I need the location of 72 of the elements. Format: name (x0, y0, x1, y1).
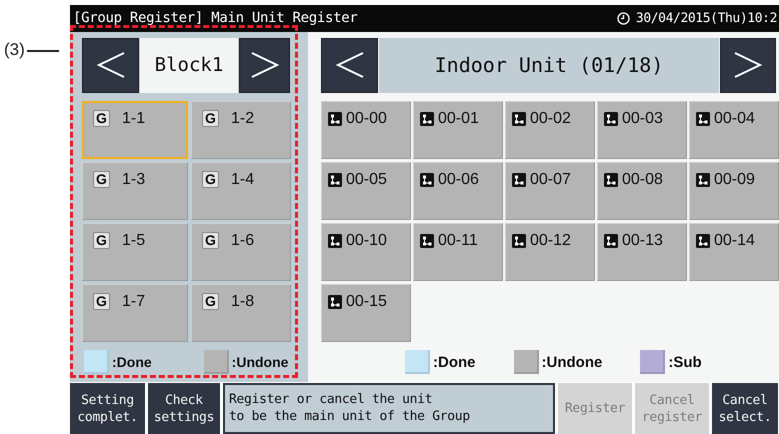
hierarchy-icon (328, 172, 342, 187)
unit-tile[interactable]: 00-15 (321, 284, 411, 342)
screen-title: [Group Register] Main Unit Register (73, 10, 359, 26)
soft-key-button[interactable]: Setting complet. (70, 383, 145, 434)
unit-tile[interactable]: 00-03 (597, 100, 687, 159)
hierarchy-icon (512, 112, 526, 126)
unit-tile[interactable]: 00-12 (505, 222, 595, 281)
previous-page-button[interactable] (321, 38, 378, 93)
unit-list-title: Indoor Unit (01/18) (379, 38, 719, 93)
group-tile[interactable]: G 1-7 (82, 284, 188, 342)
hierarchy-icon (696, 172, 710, 187)
group-icon: G (93, 170, 110, 188)
date-time: 30/04/2015(Thu)10:2 (636, 10, 777, 26)
group-tile[interactable]: G 1-6 (191, 222, 291, 281)
previous-block-button[interactable] (82, 38, 139, 93)
hierarchy-icon (604, 172, 618, 187)
hierarchy-icon (420, 234, 434, 248)
group-icon: G (93, 292, 110, 310)
legend-label: :Done (112, 354, 152, 370)
block-name: Block1 (140, 38, 238, 93)
next-block-button[interactable] (239, 38, 290, 93)
hierarchy-icon (420, 172, 434, 187)
hierarchy-icon (328, 294, 342, 309)
chevron-right-icon (733, 50, 763, 80)
group-icon: G (202, 110, 219, 127)
instruction-message: Register or cancel the unit to be the main unit of the Group (223, 383, 555, 434)
hierarchy-icon (604, 234, 618, 248)
unit-tile[interactable]: 00-08 (597, 162, 687, 220)
chevron-left-icon (96, 50, 126, 80)
legend-label: :Undone (232, 354, 288, 370)
hierarchy-icon (328, 112, 342, 126)
hierarchy-icon (696, 234, 710, 248)
unit-tile[interactable]: 00-04 (689, 100, 779, 159)
group-icon: G (202, 170, 219, 188)
unit-tile[interactable]: 00-07 (505, 162, 595, 220)
callout-label: (3) (4, 39, 25, 61)
group-tile[interactable]: G 1-1 (82, 100, 188, 159)
hierarchy-icon (420, 112, 434, 126)
chevron-left-icon (334, 50, 364, 80)
unit-tile[interactable]: 00-14 (689, 222, 779, 281)
legend-label: :Done (433, 354, 476, 371)
unit-tile[interactable]: 00-09 (689, 162, 779, 220)
unit-tile[interactable]: 00-02 (505, 100, 595, 159)
group-tile[interactable]: G 1-5 (82, 222, 188, 281)
chevron-right-icon (250, 50, 280, 80)
unit-tile[interactable]: 00-05 (321, 162, 411, 220)
soft-key-button[interactable]: Check settings (148, 383, 220, 434)
hierarchy-icon (604, 112, 618, 126)
hierarchy-icon (328, 234, 342, 248)
unit-tile[interactable]: 00-11 (413, 222, 503, 281)
group-icon: G (93, 232, 110, 249)
hierarchy-icon (696, 112, 710, 126)
group-tile[interactable]: G 1-8 (191, 284, 291, 342)
group-icon: G (202, 232, 219, 249)
soft-key-button[interactable]: Cancel select. (712, 383, 778, 434)
unit-tile[interactable]: 00-01 (413, 100, 503, 159)
unit-tile[interactable]: 00-00 (321, 100, 411, 159)
legend-label: :Sub (668, 354, 702, 371)
unit-tile[interactable]: 00-06 (413, 162, 503, 220)
group-tile[interactable]: G 1-2 (191, 100, 291, 159)
unit-tile[interactable]: 00-13 (597, 222, 687, 281)
legend-label: :Undone (542, 354, 602, 371)
group-icon: G (93, 110, 110, 127)
hierarchy-icon (512, 172, 526, 187)
hierarchy-icon (512, 234, 526, 248)
leader-line (26, 50, 59, 52)
next-page-button[interactable] (720, 38, 776, 93)
clock-icon (616, 12, 630, 25)
group-icon: G (202, 292, 219, 310)
unit-tile[interactable]: 00-10 (321, 222, 411, 281)
group-tile[interactable]: G 1-3 (82, 162, 188, 220)
group-tile[interactable]: G 1-4 (191, 162, 291, 220)
